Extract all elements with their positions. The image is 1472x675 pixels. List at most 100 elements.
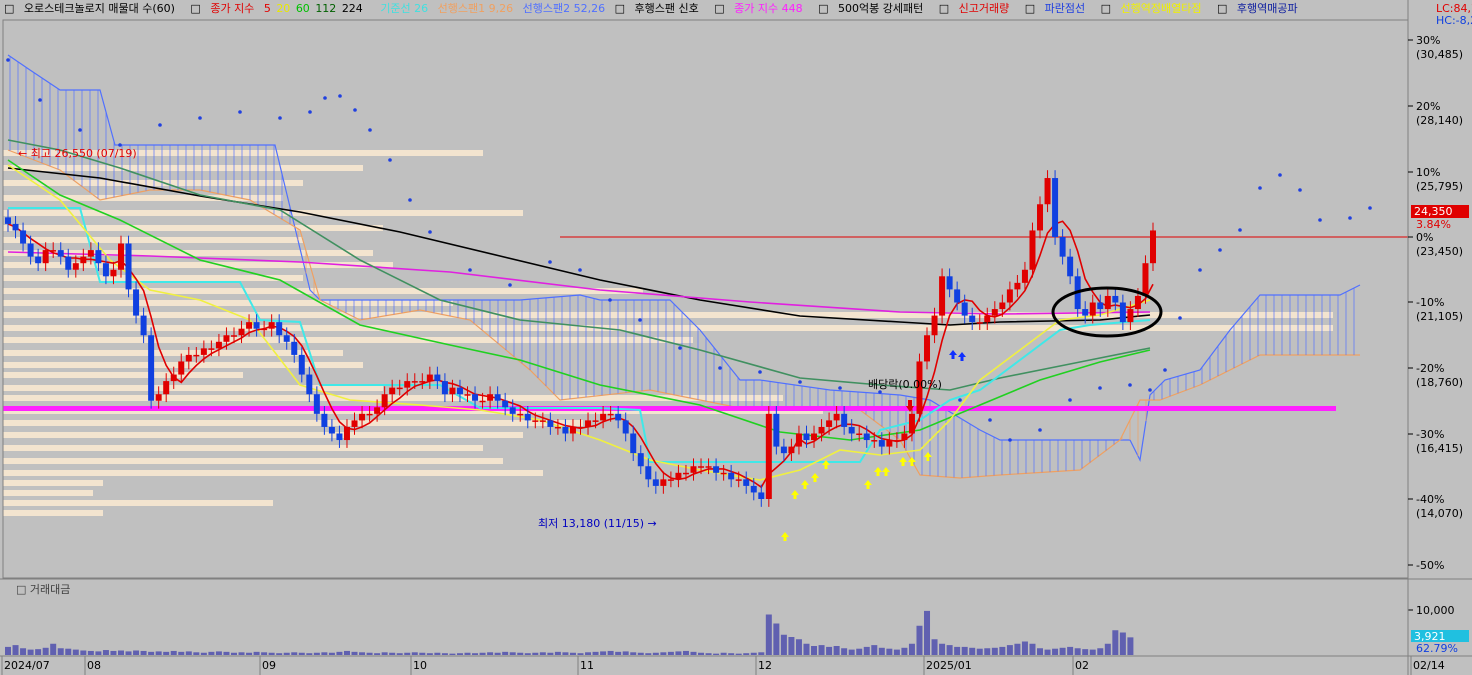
lagging-dot (323, 96, 327, 100)
price-axis-pct: -40% (1416, 493, 1444, 506)
candle-body (57, 250, 64, 257)
volume-bar (848, 649, 855, 655)
candle-body (381, 394, 388, 408)
volume-bar (321, 652, 328, 655)
high-annotation: ← 최고 26,550 (07/19) (18, 147, 137, 160)
volume-bar (622, 651, 629, 655)
volume-bar (630, 652, 637, 655)
lagging-dot (468, 268, 472, 272)
lagging-dot (1038, 428, 1042, 432)
candle-body (464, 394, 471, 396)
candle-body (871, 440, 878, 442)
lagging-dot (78, 128, 82, 132)
volume-bar (283, 652, 290, 655)
candle-body (682, 472, 689, 475)
candle-body (42, 250, 49, 264)
lagging-dot (198, 116, 202, 120)
volume-bar (502, 651, 509, 655)
volume-bar (5, 646, 11, 655)
volume-bar (155, 651, 162, 655)
candle-body (780, 446, 787, 454)
volume-bar (826, 646, 833, 655)
volume-bar (389, 652, 396, 655)
volume-bar (585, 652, 592, 655)
candle-body (991, 309, 998, 316)
volume-bar (577, 653, 584, 655)
candle-body (487, 394, 494, 401)
candle-body (743, 479, 750, 486)
yellow-signal-arrow (899, 457, 907, 466)
candle-body (5, 217, 11, 224)
price-axis-pct: 10% (1416, 166, 1440, 179)
volume-bar (1037, 648, 1044, 655)
price-axis-price: (14,070) (1416, 507, 1463, 520)
lagging-dot (158, 123, 162, 127)
yellow-signal-arrow (874, 467, 882, 476)
candle-body (713, 466, 720, 473)
volume-bar (1067, 646, 1074, 655)
lagging-dot (958, 398, 962, 402)
volume-bar (969, 647, 976, 655)
volume-bar (1074, 648, 1081, 655)
lagging-dot (718, 366, 722, 370)
candle-body (72, 263, 79, 270)
volume-profile-bar (3, 510, 103, 516)
lagging-dot (548, 260, 552, 264)
candle-body (931, 315, 938, 336)
volume-bar (954, 646, 961, 655)
candle-body (600, 413, 607, 421)
candle-body (1059, 237, 1066, 257)
current-pct-label: 3.84% (1416, 218, 1451, 231)
volume-bar (773, 623, 780, 655)
candle-body (102, 263, 109, 277)
candle-body (1142, 263, 1149, 296)
price-axis-pct: -30% (1416, 428, 1444, 441)
candle-body (667, 479, 674, 481)
price-axis-price: (21,105) (1416, 310, 1463, 323)
volume-bar (667, 651, 674, 655)
price-axis-price: (16,415) (1416, 442, 1463, 455)
stock-chart[interactable]: ← 최고 26,550 (07/19) 최저 13,180 (11/15) → 배당… (0, 0, 1472, 675)
candle-body (984, 315, 991, 323)
volume-panel-title: □ 거래대금 (16, 583, 70, 596)
volume-bar (27, 649, 34, 655)
volume-bar (961, 646, 968, 655)
volume-profile-bar (3, 490, 93, 496)
lagging-dot (6, 58, 10, 62)
volume-bar (735, 653, 742, 655)
candle-body (125, 243, 132, 290)
candle-body (65, 256, 72, 270)
candle-body (539, 420, 546, 422)
volume-bar (42, 647, 49, 655)
candle-body (306, 374, 313, 395)
volume-bar (811, 646, 818, 655)
blue-signal-arrow (958, 352, 966, 361)
candle-body (494, 394, 501, 401)
candle-body (298, 354, 305, 375)
candle-body (886, 440, 893, 447)
volume-bar (87, 650, 94, 655)
volume-bar (1059, 647, 1066, 655)
yellow-signal-arrow (801, 480, 809, 489)
candle-body (230, 335, 237, 337)
candle-body (140, 315, 147, 336)
lagging-dot (1278, 173, 1282, 177)
candle-body (1097, 302, 1104, 310)
price-axis-pct: 0% (1416, 231, 1433, 244)
date-axis-label: 2025/01 (926, 659, 972, 672)
volume-bar (720, 652, 727, 655)
candle-body (328, 426, 335, 434)
candle-body (698, 466, 705, 468)
volume-bar (200, 652, 207, 655)
candle-body (389, 387, 396, 395)
volume-bar (426, 653, 433, 655)
candle-body (532, 420, 539, 422)
volume-profile-bar (3, 500, 273, 506)
volume-bar (253, 651, 260, 655)
candle-body (268, 322, 275, 329)
candle-body (1029, 230, 1036, 270)
volume-bar (494, 652, 501, 655)
volume-bar (102, 650, 109, 655)
volume-bar (509, 652, 516, 655)
volume-bar (818, 645, 825, 655)
